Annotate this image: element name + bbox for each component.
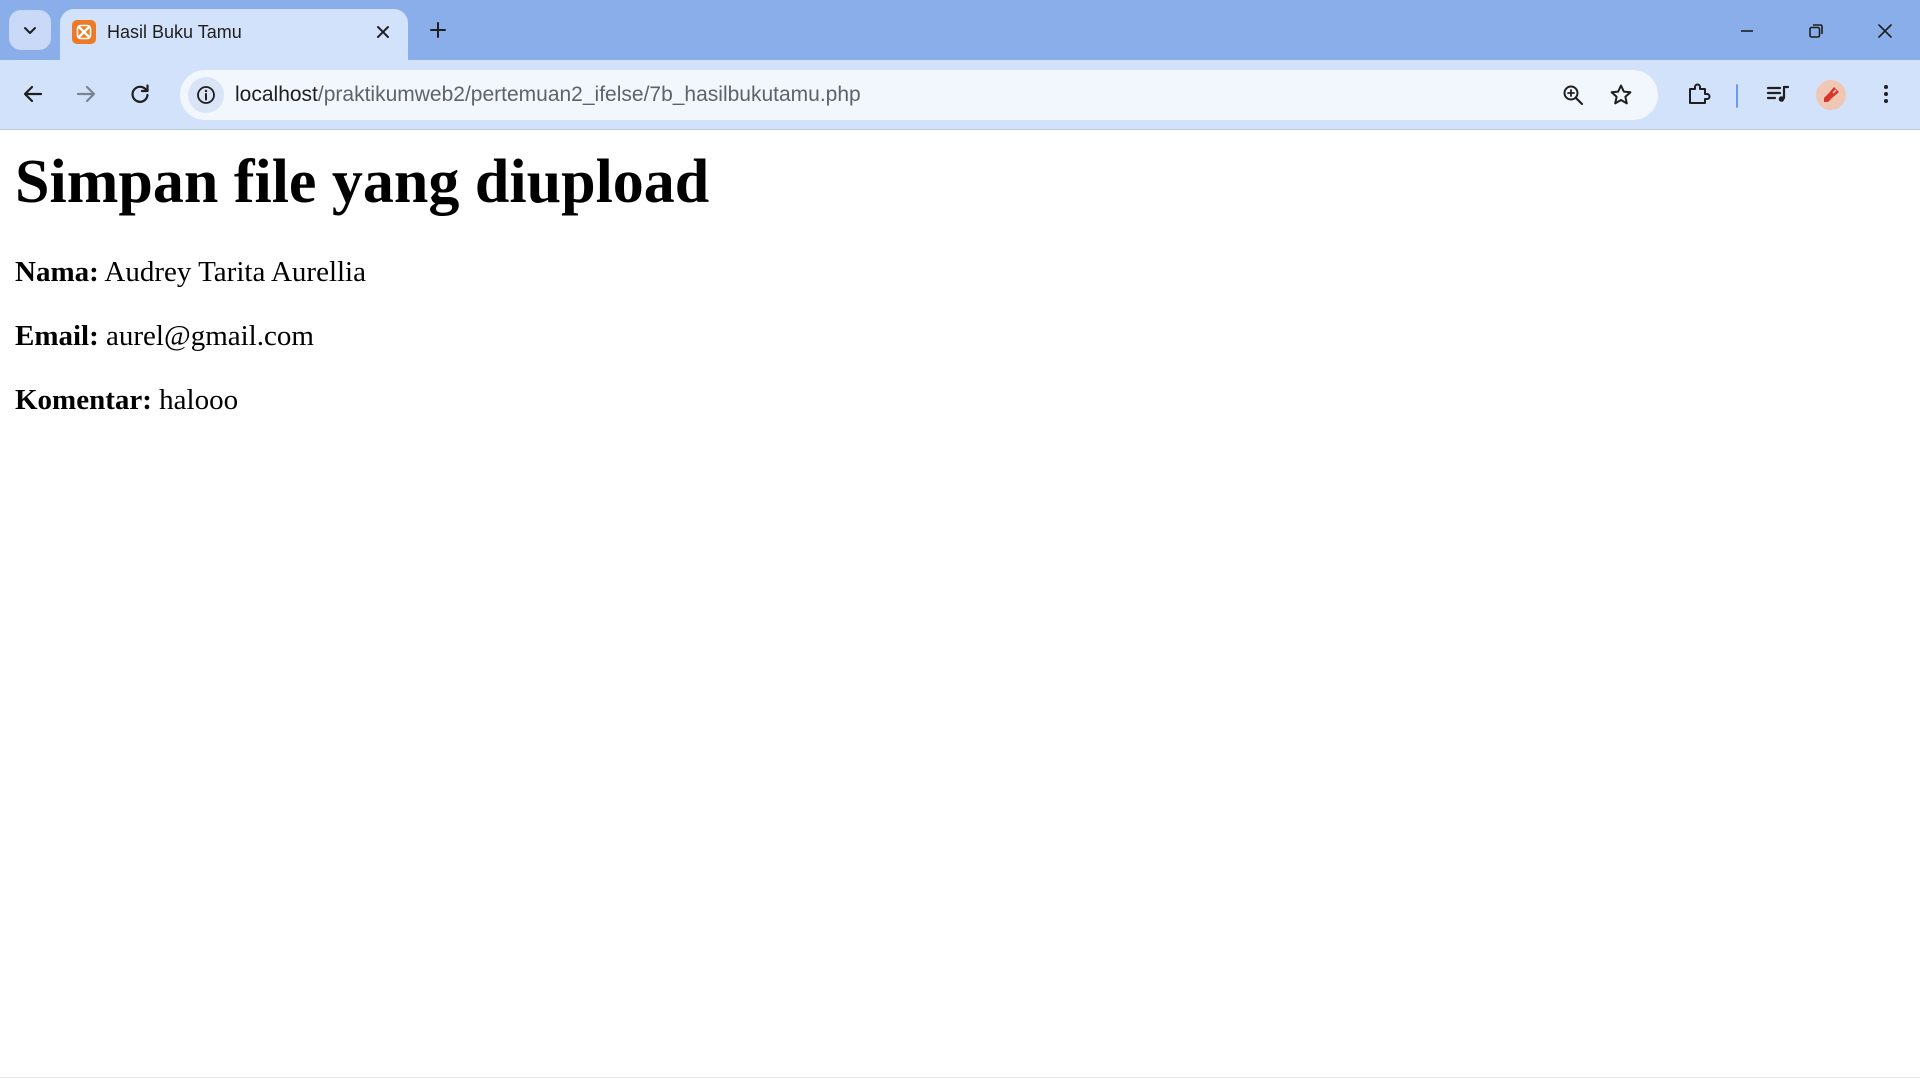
minimize-icon (1741, 30, 1753, 32)
restore-icon (1809, 24, 1823, 38)
more-vertical-icon (1884, 85, 1888, 103)
zoom-in-icon (1563, 85, 1584, 106)
arrow-left-icon (23, 85, 43, 103)
browser-title-bar: Hasil Buku Tamu (0, 0, 1920, 60)
queue-music-icon (1766, 85, 1790, 102)
zoom-button[interactable] (1558, 80, 1588, 110)
address-bar[interactable]: localhost/praktikumweb2/pertemuan2_ifels… (180, 70, 1658, 120)
page-title: Simpan file yang diupload (15, 148, 710, 216)
arrow-right-icon (76, 85, 96, 103)
close-window-button[interactable] (1868, 14, 1902, 48)
field-value: aurel@gmail.com (106, 320, 314, 352)
new-tab-button[interactable] (424, 16, 452, 44)
profile-icon (1824, 87, 1839, 102)
field-komentar: Komentar: halooo (15, 382, 238, 418)
back-button[interactable] (15, 76, 51, 112)
field-value: halooo (159, 384, 239, 416)
profile-avatar[interactable] (1816, 80, 1846, 110)
star-icon (1610, 84, 1632, 105)
menu-button[interactable] (1868, 76, 1904, 112)
xampp-icon (72, 20, 96, 44)
tab-title: Hasil Buku Tamu (107, 22, 242, 42)
bookmark-button[interactable] (1606, 80, 1636, 110)
field-value: Audrey Tarita Aurellia (104, 256, 366, 288)
restore-button[interactable] (1799, 14, 1833, 48)
close-icon (1878, 24, 1892, 38)
extensions-button[interactable] (1681, 76, 1717, 112)
reload-button[interactable] (122, 76, 158, 112)
field-label: Komentar: (15, 384, 152, 416)
field-label: Email: (15, 320, 99, 352)
field-label: Nama: (15, 256, 99, 288)
field-email: Email: aurel@gmail.com (15, 318, 314, 354)
media-controls-button[interactable] (1760, 76, 1796, 112)
reload-icon (131, 84, 149, 103)
tab-search-button[interactable] (9, 10, 51, 50)
page-content: Simpan file yang diupload Nama: Audrey T… (0, 131, 1920, 1080)
plus-icon (430, 22, 446, 38)
chevron-down-icon (24, 27, 36, 34)
forward-button[interactable] (68, 76, 104, 112)
close-tab-icon[interactable] (374, 23, 392, 41)
url-host: localhost (235, 83, 318, 106)
toolbar-divider (1736, 84, 1738, 108)
url-text[interactable]: localhost/praktikumweb2/pertemuan2_ifels… (235, 83, 861, 107)
browser-toolbar: localhost/praktikumweb2/pertemuan2_ifels… (0, 60, 1920, 130)
url-path: /praktikumweb2/pertemuan2_ifelse/7b_hasi… (317, 83, 861, 106)
window-bottom-border (0, 1077, 1920, 1078)
minimize-button[interactable] (1730, 14, 1764, 48)
browser-tab[interactable]: Hasil Buku Tamu (60, 9, 408, 60)
site-info-button[interactable] (188, 77, 224, 113)
puzzle-icon (1689, 83, 1711, 104)
field-nama: Nama: Audrey Tarita Aurellia (15, 254, 366, 290)
info-icon (197, 86, 215, 104)
